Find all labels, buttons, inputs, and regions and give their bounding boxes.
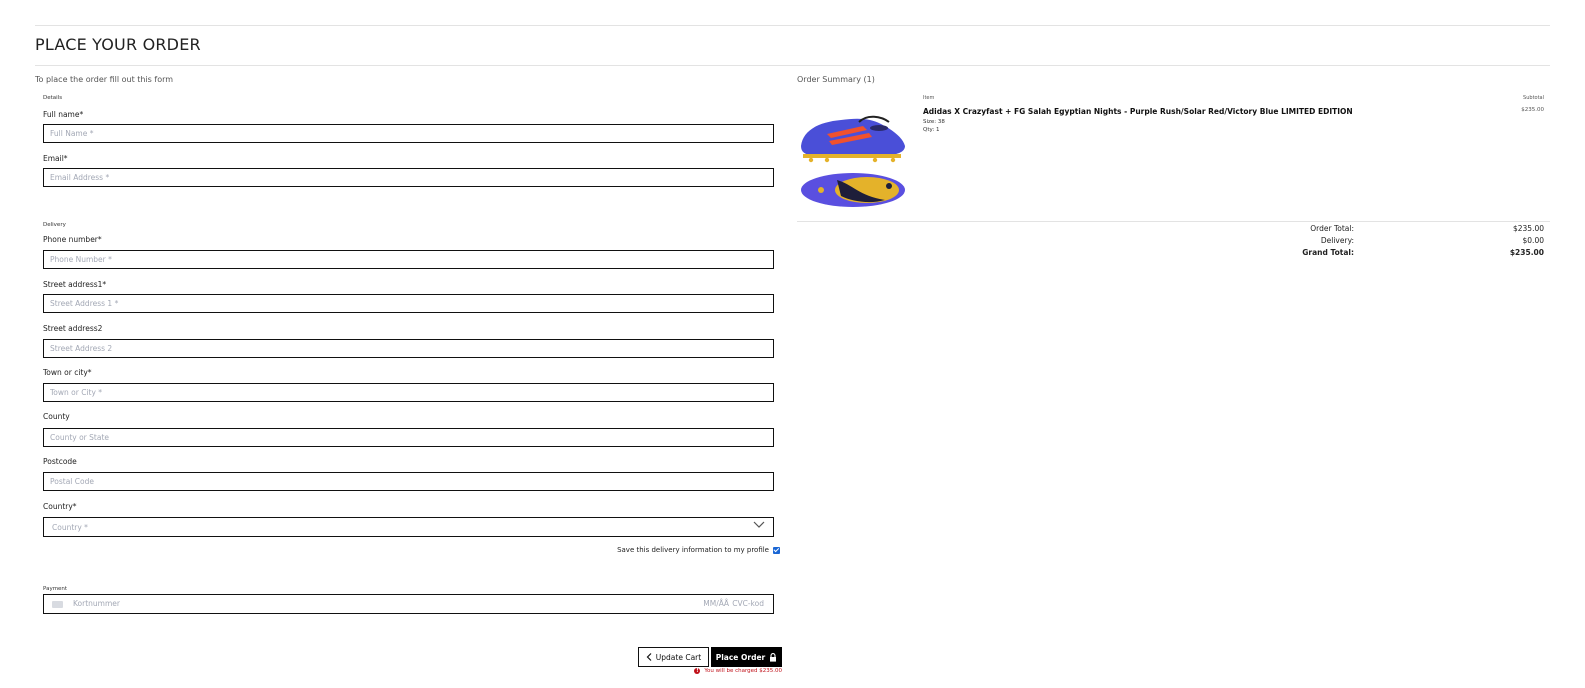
form-intro: To place the order fill out this form [35, 75, 174, 84]
postcode-input[interactable] [43, 472, 774, 491]
phone-label: Phone number* [43, 235, 102, 244]
lock-icon [770, 652, 777, 662]
country-select-value: Country * [52, 523, 88, 532]
country-select[interactable]: Country * [43, 517, 774, 537]
payment-legend: Payment [43, 586, 68, 592]
full-name-label: Full name* [43, 110, 84, 119]
title-divider [35, 65, 1550, 66]
product-size: Size: 38 [923, 119, 945, 125]
street2-label: Street address2 [43, 324, 103, 333]
order-total-label: Order Total: [1310, 224, 1354, 233]
product-image[interactable] [797, 108, 909, 214]
full-name-input[interactable] [43, 124, 774, 143]
postcode-label: Postcode [43, 457, 77, 466]
credit-card-icon [52, 601, 63, 608]
grand-total-label: Grand Total: [1302, 248, 1354, 257]
charge-notice-text: You will be charged $235.00 [704, 668, 782, 674]
chevron-left-icon [646, 653, 652, 661]
order-total-value: $235.00 [1512, 224, 1544, 233]
delivery-label: Delivery: [1320, 236, 1354, 245]
summary-divider [797, 221, 1550, 222]
card-expiry-placeholder[interactable]: MM/ÅÅ [703, 599, 729, 608]
town-label: Town or city* [43, 368, 92, 377]
details-legend: Details [43, 95, 63, 101]
product-subtotal: $235.00 [1521, 107, 1544, 113]
save-info-checkbox[interactable] [773, 546, 780, 554]
email-label: Email* [43, 154, 68, 163]
chevron-down-icon [753, 521, 765, 528]
county-input[interactable] [43, 428, 774, 447]
phone-input[interactable] [43, 250, 774, 269]
country-label: Country* [43, 502, 77, 511]
save-info-row: Save this delivery information to my pro… [617, 546, 780, 554]
card-cvc-placeholder[interactable]: CVC-kod [732, 599, 764, 608]
order-summary-title: Order Summary (1) [797, 75, 875, 84]
place-order-label: Place Order [715, 652, 766, 662]
update-cart-label: Update Cart [655, 652, 702, 662]
page-title: PLACE YOUR ORDER [35, 35, 201, 54]
street2-input[interactable] [43, 339, 774, 358]
email-input[interactable] [43, 168, 774, 187]
exclamation-circle-icon: ! [694, 668, 701, 674]
subtotal-column-header: Subtotal [1523, 95, 1544, 101]
product-name[interactable]: Adidas X Crazyfast + FG Salah Egyptian N… [923, 107, 1353, 116]
item-column-header: Item [923, 95, 935, 101]
delivery-value: $0.00 [1522, 236, 1544, 245]
place-order-button[interactable]: Place Order [711, 647, 782, 667]
charge-notice: ! You will be charged $235.00 [694, 668, 782, 674]
town-input[interactable] [43, 383, 774, 402]
county-label: County [43, 412, 70, 421]
card-element[interactable]: Kortnummer MM/ÅÅ CVC-kod [43, 594, 774, 614]
save-info-label: Save this delivery information to my pro… [617, 546, 769, 554]
street1-label: Street address1* [43, 280, 107, 289]
product-qty: Qty: 1 [923, 127, 940, 133]
street1-input[interactable] [43, 294, 774, 313]
top-divider [35, 25, 1550, 26]
grand-total-value: $235.00 [1509, 248, 1544, 257]
card-number-placeholder[interactable]: Kortnummer [73, 599, 120, 608]
delivery-legend: Delivery [43, 222, 66, 228]
update-cart-button[interactable]: Update Cart [638, 647, 709, 667]
